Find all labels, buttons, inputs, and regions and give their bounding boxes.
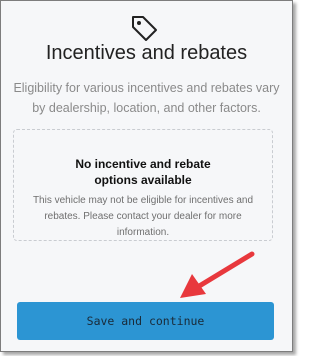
tag-icon [132,16,157,41]
save-and-continue-button[interactable]: Save and continue [17,302,274,340]
page-subtitle: Eligibility for various incentives and r… [13,81,280,115]
empty-state-title: No incentive and rebate options availabl… [75,157,211,187]
page-title: Incentives and rebates [45,42,248,64]
red-arrow-icon [180,251,255,298]
empty-state-box: No incentive and rebate options availabl… [13,129,273,241]
empty-state-message: This vehicle may not be eligible for inc… [32,195,254,238]
